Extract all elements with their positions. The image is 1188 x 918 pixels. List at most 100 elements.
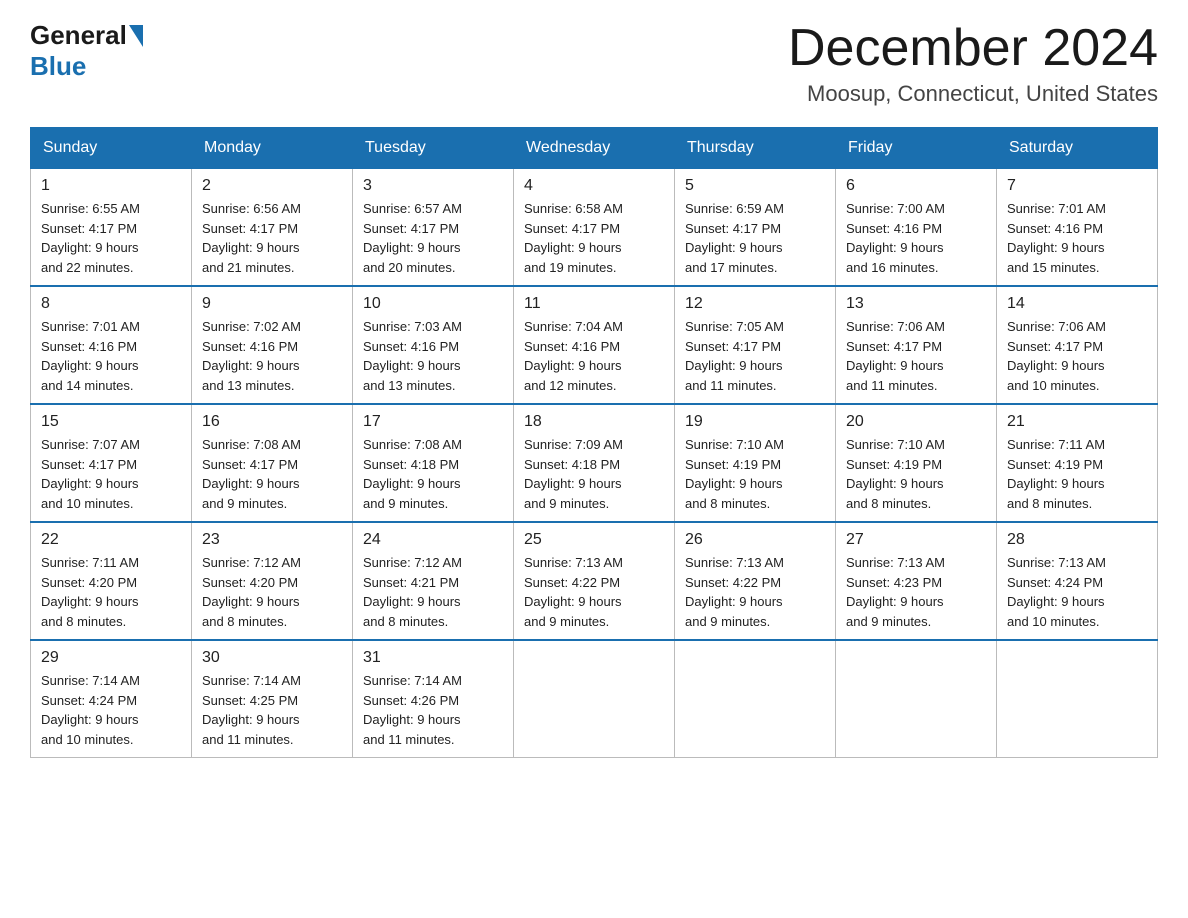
month-title: December 2024 xyxy=(788,20,1158,77)
day-number: 23 xyxy=(202,531,342,549)
day-info: Sunrise: 7:13 AM Sunset: 4:22 PM Dayligh… xyxy=(524,553,664,631)
day-number: 25 xyxy=(524,531,664,549)
day-info: Sunrise: 6:57 AM Sunset: 4:17 PM Dayligh… xyxy=(363,199,503,277)
calendar-cell: 21 Sunrise: 7:11 AM Sunset: 4:19 PM Dayl… xyxy=(997,404,1158,522)
day-info: Sunrise: 7:09 AM Sunset: 4:18 PM Dayligh… xyxy=(524,435,664,513)
calendar-cell: 13 Sunrise: 7:06 AM Sunset: 4:17 PM Dayl… xyxy=(836,286,997,404)
day-info: Sunrise: 7:05 AM Sunset: 4:17 PM Dayligh… xyxy=(685,317,825,395)
calendar-cell: 18 Sunrise: 7:09 AM Sunset: 4:18 PM Dayl… xyxy=(514,404,675,522)
calendar-cell: 7 Sunrise: 7:01 AM Sunset: 4:16 PM Dayli… xyxy=(997,168,1158,286)
day-info: Sunrise: 7:06 AM Sunset: 4:17 PM Dayligh… xyxy=(846,317,986,395)
calendar-cell: 14 Sunrise: 7:06 AM Sunset: 4:17 PM Dayl… xyxy=(997,286,1158,404)
calendar-cell: 24 Sunrise: 7:12 AM Sunset: 4:21 PM Dayl… xyxy=(353,522,514,640)
logo-triangle-icon xyxy=(129,25,143,47)
day-number: 13 xyxy=(846,295,986,313)
calendar-cell: 28 Sunrise: 7:13 AM Sunset: 4:24 PM Dayl… xyxy=(997,522,1158,640)
day-number: 22 xyxy=(41,531,181,549)
calendar-cell: 4 Sunrise: 6:58 AM Sunset: 4:17 PM Dayli… xyxy=(514,168,675,286)
day-number: 18 xyxy=(524,413,664,431)
day-number: 14 xyxy=(1007,295,1147,313)
weekday-header-sunday: Sunday xyxy=(31,128,192,168)
calendar-week-row: 29 Sunrise: 7:14 AM Sunset: 4:24 PM Dayl… xyxy=(31,640,1158,758)
day-number: 10 xyxy=(363,295,503,313)
calendar-cell: 30 Sunrise: 7:14 AM Sunset: 4:25 PM Dayl… xyxy=(192,640,353,758)
calendar-cell: 17 Sunrise: 7:08 AM Sunset: 4:18 PM Dayl… xyxy=(353,404,514,522)
weekday-header-monday: Monday xyxy=(192,128,353,168)
day-info: Sunrise: 6:59 AM Sunset: 4:17 PM Dayligh… xyxy=(685,199,825,277)
day-info: Sunrise: 6:56 AM Sunset: 4:17 PM Dayligh… xyxy=(202,199,342,277)
calendar-table: SundayMondayTuesdayWednesdayThursdayFrid… xyxy=(30,127,1158,758)
calendar-cell xyxy=(514,640,675,758)
day-info: Sunrise: 7:08 AM Sunset: 4:17 PM Dayligh… xyxy=(202,435,342,513)
day-number: 27 xyxy=(846,531,986,549)
day-info: Sunrise: 6:55 AM Sunset: 4:17 PM Dayligh… xyxy=(41,199,181,277)
weekday-header-thursday: Thursday xyxy=(675,128,836,168)
calendar-cell: 1 Sunrise: 6:55 AM Sunset: 4:17 PM Dayli… xyxy=(31,168,192,286)
calendar-cell: 10 Sunrise: 7:03 AM Sunset: 4:16 PM Dayl… xyxy=(353,286,514,404)
day-number: 6 xyxy=(846,177,986,195)
calendar-week-row: 8 Sunrise: 7:01 AM Sunset: 4:16 PM Dayli… xyxy=(31,286,1158,404)
day-info: Sunrise: 7:13 AM Sunset: 4:24 PM Dayligh… xyxy=(1007,553,1147,631)
calendar-cell: 20 Sunrise: 7:10 AM Sunset: 4:19 PM Dayl… xyxy=(836,404,997,522)
day-info: Sunrise: 7:06 AM Sunset: 4:17 PM Dayligh… xyxy=(1007,317,1147,395)
weekday-header-tuesday: Tuesday xyxy=(353,128,514,168)
day-info: Sunrise: 7:07 AM Sunset: 4:17 PM Dayligh… xyxy=(41,435,181,513)
day-info: Sunrise: 7:14 AM Sunset: 4:24 PM Dayligh… xyxy=(41,671,181,749)
title-block: December 2024 Moosup, Connecticut, Unite… xyxy=(788,20,1158,107)
logo: General Blue xyxy=(30,20,145,82)
day-info: Sunrise: 7:13 AM Sunset: 4:22 PM Dayligh… xyxy=(685,553,825,631)
day-number: 2 xyxy=(202,177,342,195)
weekday-header-wednesday: Wednesday xyxy=(514,128,675,168)
day-number: 16 xyxy=(202,413,342,431)
calendar-cell: 19 Sunrise: 7:10 AM Sunset: 4:19 PM Dayl… xyxy=(675,404,836,522)
calendar-cell: 25 Sunrise: 7:13 AM Sunset: 4:22 PM Dayl… xyxy=(514,522,675,640)
day-number: 4 xyxy=(524,177,664,195)
day-number: 26 xyxy=(685,531,825,549)
day-number: 31 xyxy=(363,649,503,667)
logo-blue: Blue xyxy=(30,51,86,82)
calendar-cell xyxy=(675,640,836,758)
day-number: 3 xyxy=(363,177,503,195)
day-number: 24 xyxy=(363,531,503,549)
calendar-week-row: 1 Sunrise: 6:55 AM Sunset: 4:17 PM Dayli… xyxy=(31,168,1158,286)
day-number: 15 xyxy=(41,413,181,431)
day-info: Sunrise: 7:14 AM Sunset: 4:26 PM Dayligh… xyxy=(363,671,503,749)
day-number: 9 xyxy=(202,295,342,313)
day-number: 8 xyxy=(41,295,181,313)
day-number: 19 xyxy=(685,413,825,431)
calendar-cell: 2 Sunrise: 6:56 AM Sunset: 4:17 PM Dayli… xyxy=(192,168,353,286)
calendar-cell xyxy=(836,640,997,758)
calendar-cell: 26 Sunrise: 7:13 AM Sunset: 4:22 PM Dayl… xyxy=(675,522,836,640)
calendar-cell: 9 Sunrise: 7:02 AM Sunset: 4:16 PM Dayli… xyxy=(192,286,353,404)
calendar-cell: 3 Sunrise: 6:57 AM Sunset: 4:17 PM Dayli… xyxy=(353,168,514,286)
logo-general: General xyxy=(30,20,127,51)
day-number: 29 xyxy=(41,649,181,667)
day-info: Sunrise: 7:02 AM Sunset: 4:16 PM Dayligh… xyxy=(202,317,342,395)
day-number: 30 xyxy=(202,649,342,667)
day-info: Sunrise: 7:13 AM Sunset: 4:23 PM Dayligh… xyxy=(846,553,986,631)
day-info: Sunrise: 7:11 AM Sunset: 4:19 PM Dayligh… xyxy=(1007,435,1147,513)
calendar-cell: 31 Sunrise: 7:14 AM Sunset: 4:26 PM Dayl… xyxy=(353,640,514,758)
location: Moosup, Connecticut, United States xyxy=(788,81,1158,107)
calendar-week-row: 15 Sunrise: 7:07 AM Sunset: 4:17 PM Dayl… xyxy=(31,404,1158,522)
calendar-cell: 5 Sunrise: 6:59 AM Sunset: 4:17 PM Dayli… xyxy=(675,168,836,286)
calendar-cell: 16 Sunrise: 7:08 AM Sunset: 4:17 PM Dayl… xyxy=(192,404,353,522)
day-number: 20 xyxy=(846,413,986,431)
calendar-week-row: 22 Sunrise: 7:11 AM Sunset: 4:20 PM Dayl… xyxy=(31,522,1158,640)
day-number: 1 xyxy=(41,177,181,195)
calendar-header-row: SundayMondayTuesdayWednesdayThursdayFrid… xyxy=(31,128,1158,168)
day-info: Sunrise: 7:01 AM Sunset: 4:16 PM Dayligh… xyxy=(41,317,181,395)
calendar-cell: 15 Sunrise: 7:07 AM Sunset: 4:17 PM Dayl… xyxy=(31,404,192,522)
day-info: Sunrise: 6:58 AM Sunset: 4:17 PM Dayligh… xyxy=(524,199,664,277)
day-info: Sunrise: 7:12 AM Sunset: 4:21 PM Dayligh… xyxy=(363,553,503,631)
calendar-cell: 11 Sunrise: 7:04 AM Sunset: 4:16 PM Dayl… xyxy=(514,286,675,404)
day-number: 11 xyxy=(524,295,664,313)
calendar-cell: 22 Sunrise: 7:11 AM Sunset: 4:20 PM Dayl… xyxy=(31,522,192,640)
day-number: 12 xyxy=(685,295,825,313)
calendar-cell: 12 Sunrise: 7:05 AM Sunset: 4:17 PM Dayl… xyxy=(675,286,836,404)
day-info: Sunrise: 7:10 AM Sunset: 4:19 PM Dayligh… xyxy=(846,435,986,513)
day-number: 7 xyxy=(1007,177,1147,195)
day-info: Sunrise: 7:03 AM Sunset: 4:16 PM Dayligh… xyxy=(363,317,503,395)
weekday-header-saturday: Saturday xyxy=(997,128,1158,168)
day-info: Sunrise: 7:04 AM Sunset: 4:16 PM Dayligh… xyxy=(524,317,664,395)
